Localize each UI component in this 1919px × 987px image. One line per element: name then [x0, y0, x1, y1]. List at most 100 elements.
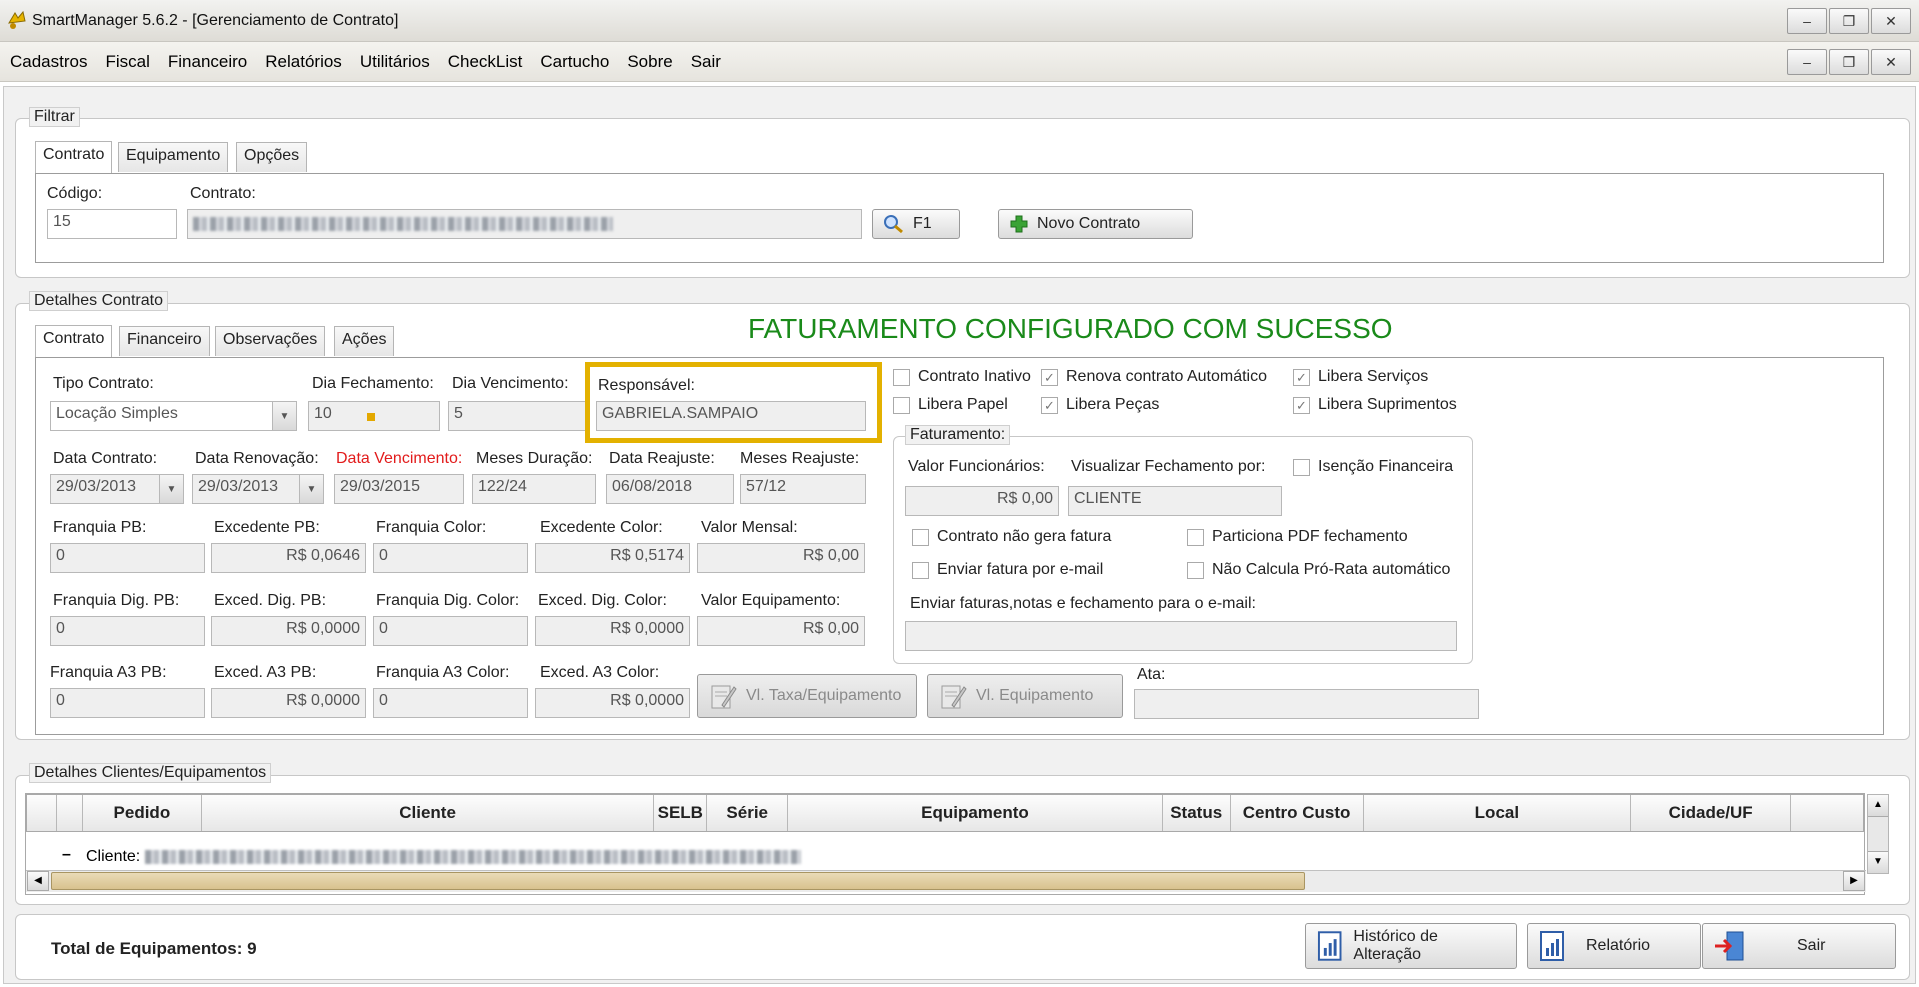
- franquia-a3-color-input[interactable]: 0: [373, 688, 528, 718]
- tab-filtrar-opcoes[interactable]: Opções: [236, 142, 308, 172]
- nao-gera-fatura-checkbox[interactable]: Contrato não gera fatura: [912, 528, 1111, 546]
- contrato-input-redacted[interactable]: [187, 209, 862, 239]
- menu-bar: Cadastros Fiscal Financeiro Relatórios U…: [0, 42, 1919, 82]
- data-reajuste-input[interactable]: 06/08/2018: [606, 474, 734, 504]
- nao-calcula-pro-rata-checkbox[interactable]: Não Calcula Pró-Rata automático: [1187, 561, 1450, 579]
- tipo-contrato-value: Locação Simples: [56, 405, 178, 422]
- libera-pecas-checkbox[interactable]: ✓ Libera Peças: [1041, 396, 1159, 414]
- vl-equipamento-label: Vl. Equipamento: [976, 687, 1094, 704]
- enviar-faturas-email-input[interactable]: [905, 621, 1457, 651]
- nao-gera-fatura-label: Contrato não gera fatura: [937, 528, 1112, 545]
- franquia-dig-pb-input[interactable]: 0: [50, 616, 205, 646]
- libera-servicos-checkbox[interactable]: ✓ Libera Serviços: [1293, 368, 1428, 386]
- menu-fiscal[interactable]: Fiscal: [105, 52, 149, 72]
- libera-suprimentos-checkbox[interactable]: ✓ Libera Suprimentos: [1293, 396, 1457, 414]
- data-vencimento-input[interactable]: 29/03/2015: [334, 474, 464, 504]
- menu-relatorios[interactable]: Relatórios: [265, 52, 342, 72]
- vl-taxa-equipamento-button[interactable]: Vl. Taxa/Equipamento: [697, 674, 917, 718]
- libera-papel-checkbox[interactable]: Libera Papel: [893, 396, 1008, 414]
- menu-sobre[interactable]: Sobre: [627, 52, 672, 72]
- cursor-marker-icon: [367, 413, 375, 421]
- valor-funcionarios-input[interactable]: R$ 0,00: [905, 486, 1059, 516]
- tab-acoes[interactable]: Ações: [334, 326, 395, 356]
- dia-fechamento-label: Dia Fechamento:: [312, 375, 434, 392]
- valor-equipamento-input[interactable]: R$ 0,00: [697, 616, 865, 646]
- sair-button[interactable]: Sair: [1702, 923, 1896, 969]
- col-selb[interactable]: SELB: [654, 795, 708, 831]
- valor-mensal-input[interactable]: R$ 0,00: [697, 543, 865, 573]
- tab-filtrar-equipamento[interactable]: Equipamento: [118, 142, 229, 172]
- responsavel-input[interactable]: GABRIELA.SAMPAIO: [596, 401, 866, 431]
- menu-checklist[interactable]: CheckList: [448, 52, 523, 72]
- total-equipamentos: Total de Equipamentos: 9: [51, 939, 257, 958]
- meses-reajuste-input[interactable]: 57/12: [740, 474, 866, 504]
- client-group-row[interactable]: Cliente:: [86, 848, 801, 866]
- relatorio-button[interactable]: Relatório: [1527, 923, 1701, 969]
- excedente-color-input[interactable]: R$ 0,5174: [535, 543, 690, 573]
- scroll-left-icon[interactable]: ◀: [27, 871, 49, 891]
- calendar-dropdown-icon[interactable]: ▼: [159, 475, 183, 503]
- novo-contrato-button[interactable]: Novo Contrato: [998, 209, 1193, 239]
- checkmark-icon: ✓: [1293, 396, 1310, 414]
- edit-document-icon: [711, 685, 737, 709]
- exced-a3-pb-input[interactable]: R$ 0,0000: [211, 688, 366, 718]
- codigo-input[interactable]: 15: [47, 209, 177, 239]
- scroll-down-icon[interactable]: ▼: [1868, 851, 1888, 873]
- meses-duracao-input[interactable]: 122/24: [472, 474, 596, 504]
- col-cliente[interactable]: Cliente: [202, 795, 655, 831]
- search-f1-label: F1: [913, 215, 932, 232]
- franquia-a3-pb-input[interactable]: 0: [50, 688, 205, 718]
- dia-vencimento-input[interactable]: 5: [448, 401, 588, 431]
- exced-a3-color-input[interactable]: R$ 0,0000: [535, 688, 690, 718]
- col-local[interactable]: Local: [1364, 795, 1632, 831]
- col-equipamento[interactable]: Equipamento: [788, 795, 1163, 831]
- contrato-inativo-checkbox[interactable]: Contrato Inativo: [893, 368, 1031, 386]
- menu-utilitarios[interactable]: Utilitários: [360, 52, 430, 72]
- renova-auto-checkbox[interactable]: ✓ Renova contrato Automático: [1041, 368, 1267, 386]
- tipo-contrato-select[interactable]: Locação Simples: [50, 401, 297, 431]
- col-cidade-uf[interactable]: Cidade/UF: [1631, 795, 1792, 831]
- visualizar-fechamento-input[interactable]: CLIENTE: [1068, 486, 1282, 516]
- calendar-dropdown-icon[interactable]: ▼: [299, 475, 323, 503]
- col-status[interactable]: Status: [1163, 795, 1231, 831]
- menu-cartucho[interactable]: Cartucho: [540, 52, 609, 72]
- vl-equipamento-button[interactable]: Vl. Equipamento: [927, 674, 1123, 718]
- collapse-group-icon[interactable]: –: [62, 846, 71, 864]
- search-f1-button[interactable]: F1: [872, 209, 960, 239]
- menu-sair[interactable]: Sair: [691, 52, 721, 72]
- col-centro-custo[interactable]: Centro Custo: [1231, 795, 1364, 831]
- franquia-dig-color-input[interactable]: 0: [373, 616, 528, 646]
- checkmark-icon: ✓: [1041, 368, 1058, 386]
- scroll-right-icon[interactable]: ▶: [1843, 871, 1865, 891]
- particiona-pdf-checkbox[interactable]: Particiona PDF fechamento: [1187, 528, 1408, 546]
- excedente-pb-input[interactable]: R$ 0,0646: [211, 543, 366, 573]
- grid-vertical-scrollbar[interactable]: ▲ ▼: [1867, 794, 1889, 874]
- isencao-financeira-checkbox[interactable]: Isenção Financeira: [1293, 458, 1453, 476]
- mdi-close-button[interactable]: ✕: [1871, 49, 1911, 75]
- enviar-fatura-email-checkbox[interactable]: Enviar fatura por e-mail: [912, 561, 1103, 579]
- chevron-down-icon[interactable]: ▼: [272, 402, 296, 430]
- scrollbar-thumb[interactable]: [51, 872, 1305, 890]
- historico-alteracao-button[interactable]: Histórico de Alteração: [1305, 923, 1517, 969]
- restore-button[interactable]: ❐: [1829, 8, 1869, 34]
- exced-dig-pb-input[interactable]: R$ 0,0000: [211, 616, 366, 646]
- close-button[interactable]: ✕: [1871, 8, 1911, 34]
- ata-input[interactable]: [1134, 689, 1479, 719]
- tab-financeiro[interactable]: Financeiro: [119, 326, 210, 356]
- exced-dig-color-input[interactable]: R$ 0,0000: [535, 616, 690, 646]
- tab-filtrar-contrato[interactable]: Contrato: [35, 141, 113, 174]
- col-pedido[interactable]: Pedido: [83, 795, 202, 831]
- scrollbar-track: [1868, 817, 1888, 851]
- menu-financeiro[interactable]: Financeiro: [168, 52, 247, 72]
- minimize-button[interactable]: –: [1787, 8, 1827, 34]
- scroll-up-icon[interactable]: ▲: [1868, 795, 1888, 817]
- mdi-restore-button[interactable]: ❐: [1829, 49, 1869, 75]
- mdi-minimize-button[interactable]: –: [1787, 49, 1827, 75]
- franquia-pb-input[interactable]: 0: [50, 543, 205, 573]
- window-title: SmartManager 5.6.2 - [Gerenciamento de C…: [32, 12, 399, 29]
- menu-cadastros[interactable]: Cadastros: [10, 52, 87, 72]
- tab-contrato[interactable]: Contrato: [35, 325, 113, 358]
- tab-observacoes[interactable]: Observações: [215, 326, 326, 356]
- franquia-color-input[interactable]: 0: [373, 543, 528, 573]
- col-serie[interactable]: Série: [707, 795, 789, 831]
